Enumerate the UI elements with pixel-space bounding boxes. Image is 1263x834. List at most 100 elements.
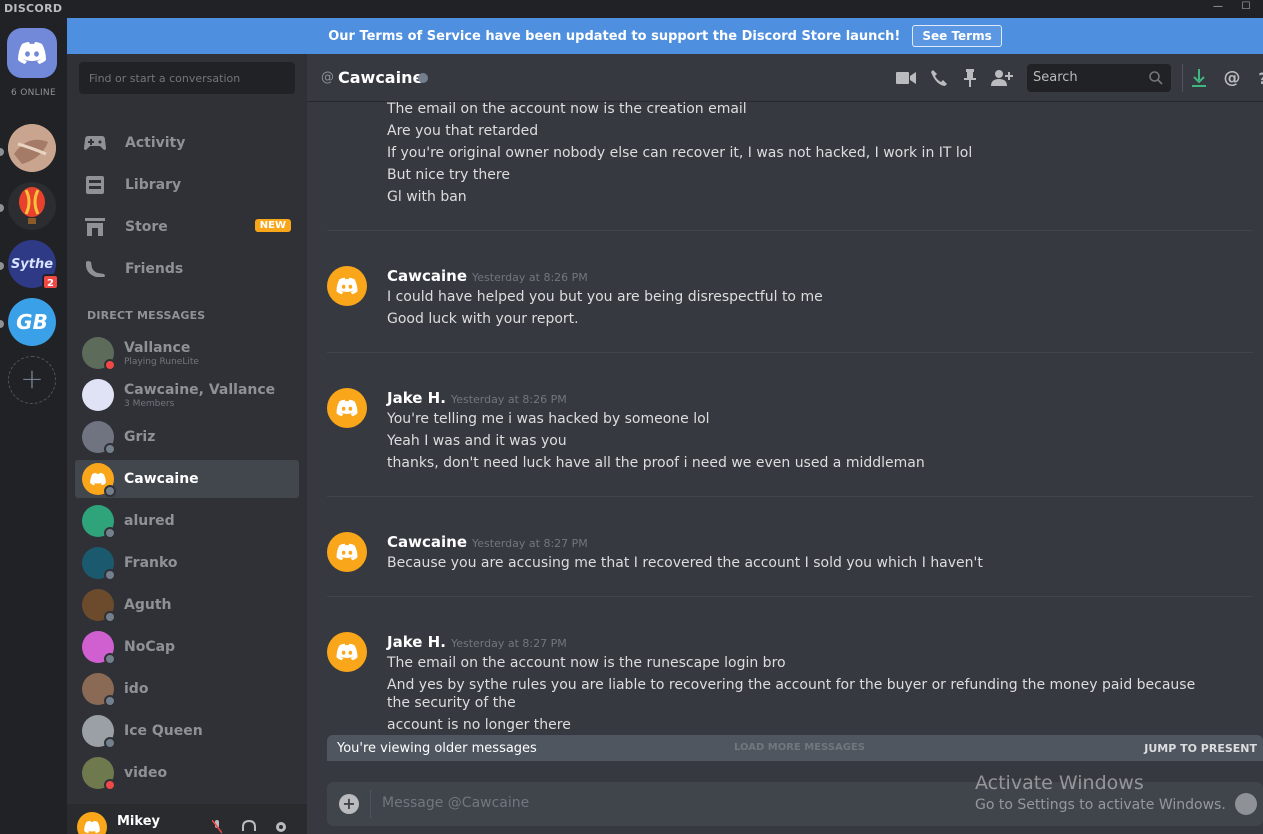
message-group: Cawcaine Yesterday at 8:26 PM I could have… — [327, 266, 1253, 332]
hot-air-balloon-icon — [8, 182, 56, 230]
load-more-button[interactable]: LOAD MORE MESSAGES — [734, 742, 865, 753]
dm-text: video — [124, 765, 167, 781]
add-server-button[interactable]: + — [8, 356, 56, 404]
message-line: You're telling me i was hacked by someon… — [387, 411, 710, 427]
dm-name: Vallance — [124, 339, 191, 356]
message-avatar[interactable] — [327, 388, 367, 428]
message-author[interactable]: Cawcaine — [387, 267, 467, 285]
status-indicator — [418, 73, 428, 83]
maximize-button[interactable]: ☐ — [1237, 0, 1255, 14]
mute-icon[interactable] — [209, 819, 225, 834]
presence-status-dot — [104, 359, 116, 371]
at-sign: @ — [321, 70, 334, 85]
tos-banner: Our Terms of Service have been updated t… — [67, 18, 1263, 54]
presence-status-dot — [104, 695, 116, 707]
see-terms-button[interactable]: See Terms — [912, 25, 1002, 47]
voice-call-icon[interactable] — [928, 68, 950, 88]
message-author[interactable]: Cawcaine — [387, 533, 467, 551]
message-composer[interactable]: + Message @Cawcaine — [327, 782, 1263, 826]
message-list: Jake H.Yesterday at 8:25 PMYou recovered… — [307, 102, 1263, 734]
chat-area: @ Cawcaine Search @ ? Jake H.Yesterday a… — [307, 54, 1263, 834]
message-input[interactable]: Message @Cawcaine — [382, 795, 529, 811]
dm-name: video — [124, 765, 168, 781]
dm-name: Franko — [124, 555, 178, 571]
guild-icon-text: GB — [16, 310, 48, 334]
message-line: thanks, don't need luck have all the pro… — [387, 455, 925, 471]
dm-item[interactable]: Cawcaine — [75, 460, 299, 498]
friends-icon — [83, 257, 107, 281]
dm-name: Aguth — [124, 597, 172, 613]
dm-item[interactable]: ido — [75, 670, 299, 708]
dm-item[interactable]: Ice Queen — [75, 712, 299, 750]
nav-label: Activity — [125, 135, 186, 151]
dm-item[interactable]: video — [75, 754, 299, 792]
message-divider — [327, 496, 1253, 497]
dm-text: Cawcaine, Vallance 3 Members — [124, 382, 275, 409]
user-avatar[interactable] — [77, 812, 107, 834]
nav-activity[interactable]: Activity — [79, 124, 299, 162]
dm-item[interactable]: Aguth — [75, 586, 299, 624]
message-line: And yes by sythe rules you are liable to… — [387, 677, 1196, 711]
dm-item[interactable]: NoCap — [75, 628, 299, 666]
nav-library[interactable]: Library — [79, 166, 299, 204]
dm-text: alured — [124, 513, 175, 529]
mention-badge: 2 — [42, 274, 59, 290]
message-author[interactable]: Jake H. — [387, 389, 446, 407]
user-panel: Mikey — [67, 804, 307, 834]
library-icon — [83, 173, 107, 197]
home-button[interactable] — [7, 28, 57, 78]
video-call-icon[interactable] — [895, 68, 917, 88]
discord-logo-icon — [18, 42, 46, 64]
message-group: Jake H. Yesterday at 8:27 PM The email on … — [327, 632, 1253, 734]
guild-icon-gb[interactable]: GB — [8, 298, 56, 346]
gamepad-icon — [83, 131, 107, 155]
upload-plus-icon[interactable]: + — [339, 794, 359, 814]
minimize-button[interactable]: — — [1209, 0, 1227, 14]
older-messages-label: You're viewing older messages — [337, 741, 537, 756]
pinned-messages-icon[interactable] — [959, 68, 981, 88]
nav-friends[interactable]: Friends — [79, 250, 299, 288]
dm-avatar — [82, 421, 116, 455]
message-author[interactable]: Jake H. — [387, 633, 446, 651]
dm-name: Cawcaine — [124, 471, 199, 487]
message-header: Cawcaine Yesterday at 8:27 PM — [387, 532, 588, 551]
presence-status-dot — [104, 737, 116, 749]
settings-gear-icon[interactable] — [273, 820, 289, 834]
nav-store[interactable]: Store NEW — [79, 208, 299, 246]
message-avatar[interactable] — [327, 532, 367, 572]
guild-icon-1[interactable] — [8, 124, 56, 172]
headphones-icon[interactable] — [241, 819, 257, 834]
dm-item[interactable]: Franko — [75, 544, 299, 582]
presence-status-dot — [104, 485, 116, 497]
message-avatar[interactable] — [327, 632, 367, 672]
message-avatar[interactable] — [327, 266, 367, 306]
download-icon[interactable] — [1188, 68, 1210, 88]
dm-text: Griz — [124, 429, 155, 445]
avatar-image — [82, 379, 114, 411]
message-group: Jake H.Yesterday at 8:25 PMYou recovered… — [327, 102, 1253, 210]
dm-avatar — [82, 757, 116, 791]
message-divider — [327, 596, 1253, 597]
dm-item[interactable]: Griz — [75, 418, 299, 456]
add-friend-to-dm-icon[interactable] — [991, 68, 1013, 88]
presence-status-dot — [104, 653, 116, 665]
dm-item[interactable]: Vallance Playing RuneLite — [75, 334, 299, 372]
dm-item[interactable]: Cawcaine, Vallance 3 Members — [75, 376, 299, 414]
dm-text: Cawcaine — [124, 471, 199, 487]
find-conversation-input[interactable]: Find or start a conversation — [79, 62, 295, 94]
emoji-icon[interactable] — [1235, 793, 1257, 815]
message-divider — [327, 230, 1253, 231]
search-input[interactable]: Search — [1027, 64, 1171, 92]
message-line: The email on the account now is the crea… — [387, 102, 747, 117]
dm-item[interactable]: alured — [75, 502, 299, 540]
store-icon — [83, 215, 107, 239]
jump-to-present-button[interactable]: JUMP TO PRESENT — [1144, 742, 1257, 755]
guild-icon-2[interactable] — [8, 182, 56, 230]
online-count: 6 ONLINE — [11, 88, 56, 98]
mentions-icon[interactable]: @ — [1221, 68, 1243, 88]
dm-avatar — [82, 337, 116, 371]
username: Mikey — [117, 814, 160, 829]
dm-name: Griz — [124, 429, 156, 445]
message-line: If you're original owner nobody else can… — [387, 145, 973, 161]
help-icon[interactable]: ? — [1252, 68, 1263, 88]
